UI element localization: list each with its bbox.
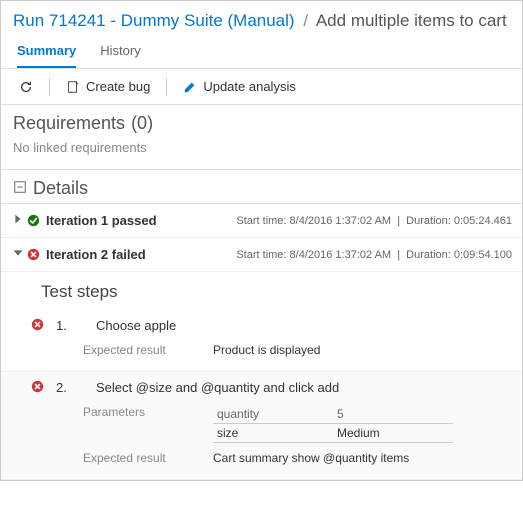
duration-value: 0:09:54.100 <box>454 249 512 261</box>
requirements-header: Requirements (0) <box>1 105 522 138</box>
step-action: Select @size and @quantity and click add <box>88 380 339 395</box>
chevron-down-icon[interactable] <box>11 246 27 263</box>
breadcrumb-run-link[interactable]: Run 714241 - Dummy Suite (Manual) <box>13 11 295 30</box>
collapse-all-icon[interactable] <box>13 178 27 199</box>
create-bug-button[interactable]: Create bug <box>62 77 154 96</box>
iteration-row[interactable]: Iteration 2 failed Start time: 8/4/2016 … <box>1 238 522 272</box>
step-action: Choose apple <box>88 318 176 333</box>
edit-icon <box>183 80 197 94</box>
expected-result-label: Expected result <box>83 343 193 357</box>
iteration-status-text: Iteration 2 failed <box>46 247 146 262</box>
fail-icon <box>31 318 44 331</box>
toolbar-divider <box>166 78 167 96</box>
requirements-count: (0) <box>131 113 153 134</box>
param-value: Medium <box>333 424 453 443</box>
param-value: 5 <box>333 405 453 424</box>
start-time-value: 8/4/2016 1:37:02 AM <box>290 249 392 261</box>
requirements-title: Requirements <box>13 113 125 134</box>
refresh-icon <box>19 80 33 94</box>
tab-history[interactable]: History <box>100 35 140 68</box>
start-time-label: Start time: <box>236 249 286 261</box>
start-time-label: Start time: <box>236 215 286 227</box>
update-analysis-button[interactable]: Update analysis <box>179 77 300 96</box>
iteration-row[interactable]: Iteration 1 passed Start time: 8/4/2016 … <box>1 204 522 238</box>
toolbar-divider <box>49 78 50 96</box>
details-title: Details <box>33 178 88 199</box>
step-number: 1. <box>56 318 76 333</box>
parameters-table: quantity 5 size Medium <box>213 405 502 443</box>
test-step: 1. Choose apple Expected result Product … <box>1 310 522 372</box>
tab-summary[interactable]: Summary <box>17 35 76 68</box>
iteration-status-text: Iteration 1 passed <box>46 213 157 228</box>
test-step: 2. Select @size and @quantity and click … <box>1 372 522 480</box>
create-bug-label: Create bug <box>86 79 150 94</box>
requirements-empty-text: No linked requirements <box>1 138 522 170</box>
start-time-value: 8/4/2016 1:37:02 AM <box>290 215 392 227</box>
details-header: Details <box>1 170 522 204</box>
tabs: Summary History <box>1 35 522 69</box>
test-steps-header: Test steps <box>1 272 522 310</box>
duration-label: Duration: <box>406 249 451 261</box>
refresh-button[interactable] <box>15 78 37 96</box>
param-name: quantity <box>213 405 333 424</box>
new-bug-icon <box>66 80 80 94</box>
step-number: 2. <box>56 380 76 395</box>
fail-icon <box>31 380 44 393</box>
breadcrumb-separator: / <box>303 11 308 30</box>
duration-label: Duration: <box>406 215 451 227</box>
breadcrumb-current: Add multiple items to cart <box>316 11 507 30</box>
chevron-right-icon[interactable] <box>11 212 27 229</box>
param-name: size <box>213 424 333 443</box>
expected-result-value: Product is displayed <box>213 343 320 357</box>
expected-result-value: Cart summary show @quantity items <box>213 451 409 465</box>
duration-value: 0:05:24.461 <box>454 215 512 227</box>
pass-icon <box>27 214 40 227</box>
update-analysis-label: Update analysis <box>203 79 296 94</box>
breadcrumb: Run 714241 - Dummy Suite (Manual) / Add … <box>1 1 522 35</box>
parameters-label: Parameters <box>83 405 193 443</box>
toolbar: Create bug Update analysis <box>1 69 522 105</box>
fail-icon <box>27 248 40 261</box>
expected-result-label: Expected result <box>83 451 193 465</box>
